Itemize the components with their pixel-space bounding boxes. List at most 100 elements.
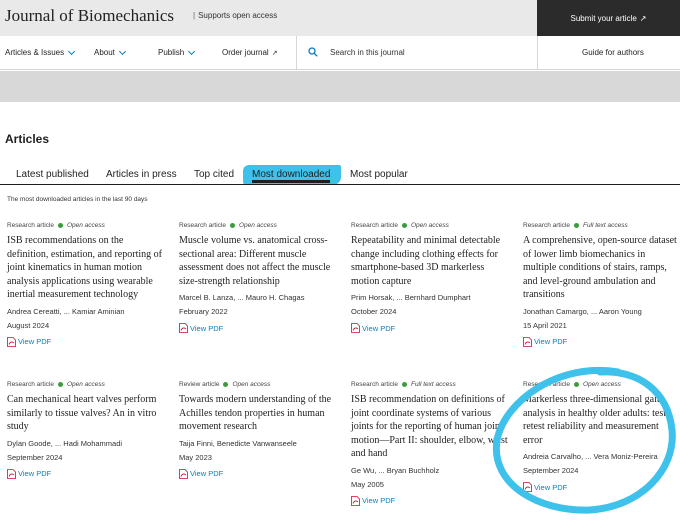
article-authors: Jonathan Camargo, ... Aaron Young: [523, 306, 642, 316]
view-pdf-link[interactable]: View PDF: [523, 482, 673, 492]
pdf-icon: [523, 482, 532, 492]
nav-order-journal[interactable]: Order journal ↗: [222, 48, 278, 57]
tab-most-popular[interactable]: Most popular: [350, 169, 408, 180]
article-type: Research article: [7, 222, 54, 229]
submit-article-label: Submit your article: [570, 13, 637, 23]
article-meta: Research article Open access: [351, 221, 511, 230]
external-link-icon: ↗: [639, 13, 647, 23]
tab-articles-in-press[interactable]: Articles in press: [106, 169, 177, 180]
article-type: Research article: [523, 222, 570, 229]
article-type: Research article: [7, 381, 54, 388]
article-type: Research article: [179, 222, 226, 229]
article-meta: Review article Open access: [179, 380, 339, 389]
article-card: Research article Open access ISB recommen…: [7, 221, 167, 347]
article-title-link[interactable]: Markerless three-dimensional gait analys…: [523, 393, 673, 447]
article-date: 15 April 2021: [523, 320, 567, 330]
journal-title[interactable]: Journal of Biomechanics: [5, 6, 174, 26]
view-pdf-link[interactable]: View PDF: [179, 323, 339, 333]
view-pdf-label: View PDF: [190, 323, 224, 333]
nav-divider: [296, 36, 297, 70]
pdf-icon: [523, 336, 532, 347]
article-authors: Andreia Carvalho, ... Vera Moniz-Pereira: [523, 452, 658, 461]
view-pdf-label: View PDF: [190, 469, 224, 478]
view-pdf-label: View PDF: [534, 482, 568, 492]
access-dot-icon: [573, 382, 579, 387]
top-header: Journal of Biomechanics | Supports open a…: [0, 0, 680, 36]
access-dot-icon: [401, 382, 407, 387]
article-card: Research article Open access Markerless t…: [523, 380, 673, 492]
article-authors: Andrea Cereatti, ... Kamiar Aminian: [7, 306, 125, 316]
nav-publish-label: Publish: [158, 48, 185, 57]
article-meta: Research article Open access: [7, 380, 167, 389]
article-title-link[interactable]: Towards modern understanding of the Achi…: [179, 393, 339, 434]
article-title-link[interactable]: A comprehensive, open-source dataset of …: [523, 234, 678, 302]
access-dot-icon: [573, 223, 579, 228]
external-link-icon: ↗: [271, 49, 278, 57]
view-pdf-link[interactable]: View PDF: [179, 468, 339, 479]
nav-publish[interactable]: Publish: [158, 47, 196, 57]
article-card: Research article Full text access A compr…: [523, 221, 678, 347]
article-meta: Research article Open access: [179, 221, 339, 230]
article-date: October 2024: [351, 307, 397, 316]
article-authors: Marcel B. Lanza, ... Mauro H. Chagas: [179, 293, 305, 302]
article-authors: Dylan Goode, ... Hadi Mohammadi: [7, 438, 123, 448]
article-authors: Ge Wu, ... Bryan Buchholz: [351, 465, 440, 475]
article-title-link[interactable]: Can mechanical heart valves perform simi…: [7, 393, 167, 434]
access-label: Open access: [582, 381, 621, 388]
nav-about[interactable]: About: [94, 47, 126, 57]
pdf-icon: [7, 468, 16, 479]
submit-article-button[interactable]: Submit your article ↗: [537, 0, 680, 36]
pdf-icon: [179, 323, 188, 333]
article-date: September 2024: [523, 466, 579, 475]
chevron-down-icon: [68, 47, 76, 55]
access-label: Full text access: [582, 222, 628, 229]
article-tabs: Latest published Articles in press Top c…: [0, 166, 680, 185]
tab-most-downloaded[interactable]: Most downloaded: [252, 169, 331, 183]
view-pdf-link[interactable]: View PDF: [7, 336, 167, 347]
article-card: Research article Open access Muscle volum…: [179, 221, 339, 333]
most-downloaded-description: The most downloaded articles in the last…: [7, 196, 148, 203]
article-meta: Research article Open access: [7, 221, 167, 230]
article-title-link[interactable]: ISB recommendations on the definition, e…: [7, 234, 167, 302]
tab-latest-published[interactable]: Latest published: [16, 169, 89, 180]
guide-for-authors-link[interactable]: Guide for authors: [582, 48, 644, 57]
view-pdf-link[interactable]: View PDF: [351, 323, 511, 333]
nav-articles-issues-label: Articles & Issues: [5, 48, 65, 57]
view-pdf-label: View PDF: [534, 337, 568, 346]
access-dot-icon: [229, 223, 235, 228]
article-authors: Prim Horsak, ... Bernhard Dumphart: [351, 293, 471, 302]
chevron-down-icon: [118, 47, 126, 55]
pdf-icon: [351, 323, 360, 333]
article-title-link[interactable]: ISB recommendation on definitions of joi…: [351, 393, 511, 461]
articles-heading: Articles: [5, 132, 50, 146]
article-date: May 2005: [351, 479, 384, 489]
article-card: Review article Open access Towards modern…: [179, 380, 339, 479]
search-icon[interactable]: [308, 47, 318, 57]
view-pdf-label: View PDF: [18, 337, 52, 346]
nav-about-label: About: [94, 48, 115, 57]
article-type: Review article: [179, 381, 220, 388]
access-label: Open access: [232, 381, 271, 388]
access-label: Open access: [238, 222, 277, 229]
search-input[interactable]: Search in this journal: [330, 48, 405, 57]
article-date: February 2022: [179, 307, 228, 316]
article-authors: Taija Finni, Benedicte Vanwanseele: [179, 438, 297, 448]
access-dot-icon: [401, 223, 407, 228]
article-card: Research article Full text access ISB rec…: [351, 380, 511, 506]
banner-strip: [0, 71, 680, 102]
view-pdf-label: View PDF: [18, 469, 52, 478]
view-pdf-link[interactable]: View PDF: [523, 336, 678, 347]
article-type: Research article: [351, 222, 398, 229]
access-label: Open access: [410, 222, 449, 229]
article-title-link[interactable]: Repeatability and minimal detectable cha…: [351, 234, 511, 288]
article-meta: Research article Full text access: [523, 221, 678, 230]
pdf-icon: [179, 468, 188, 479]
tab-top-cited[interactable]: Top cited: [194, 169, 234, 180]
view-pdf-link[interactable]: View PDF: [351, 495, 511, 506]
access-dot-icon: [223, 382, 229, 387]
article-title-link[interactable]: Muscle volume vs. anatomical cross-secti…: [179, 234, 339, 288]
view-pdf-link[interactable]: View PDF: [7, 468, 167, 479]
nav-articles-issues[interactable]: Articles & Issues: [5, 47, 76, 57]
chevron-down-icon: [188, 47, 196, 55]
access-label: Full text access: [410, 381, 456, 388]
